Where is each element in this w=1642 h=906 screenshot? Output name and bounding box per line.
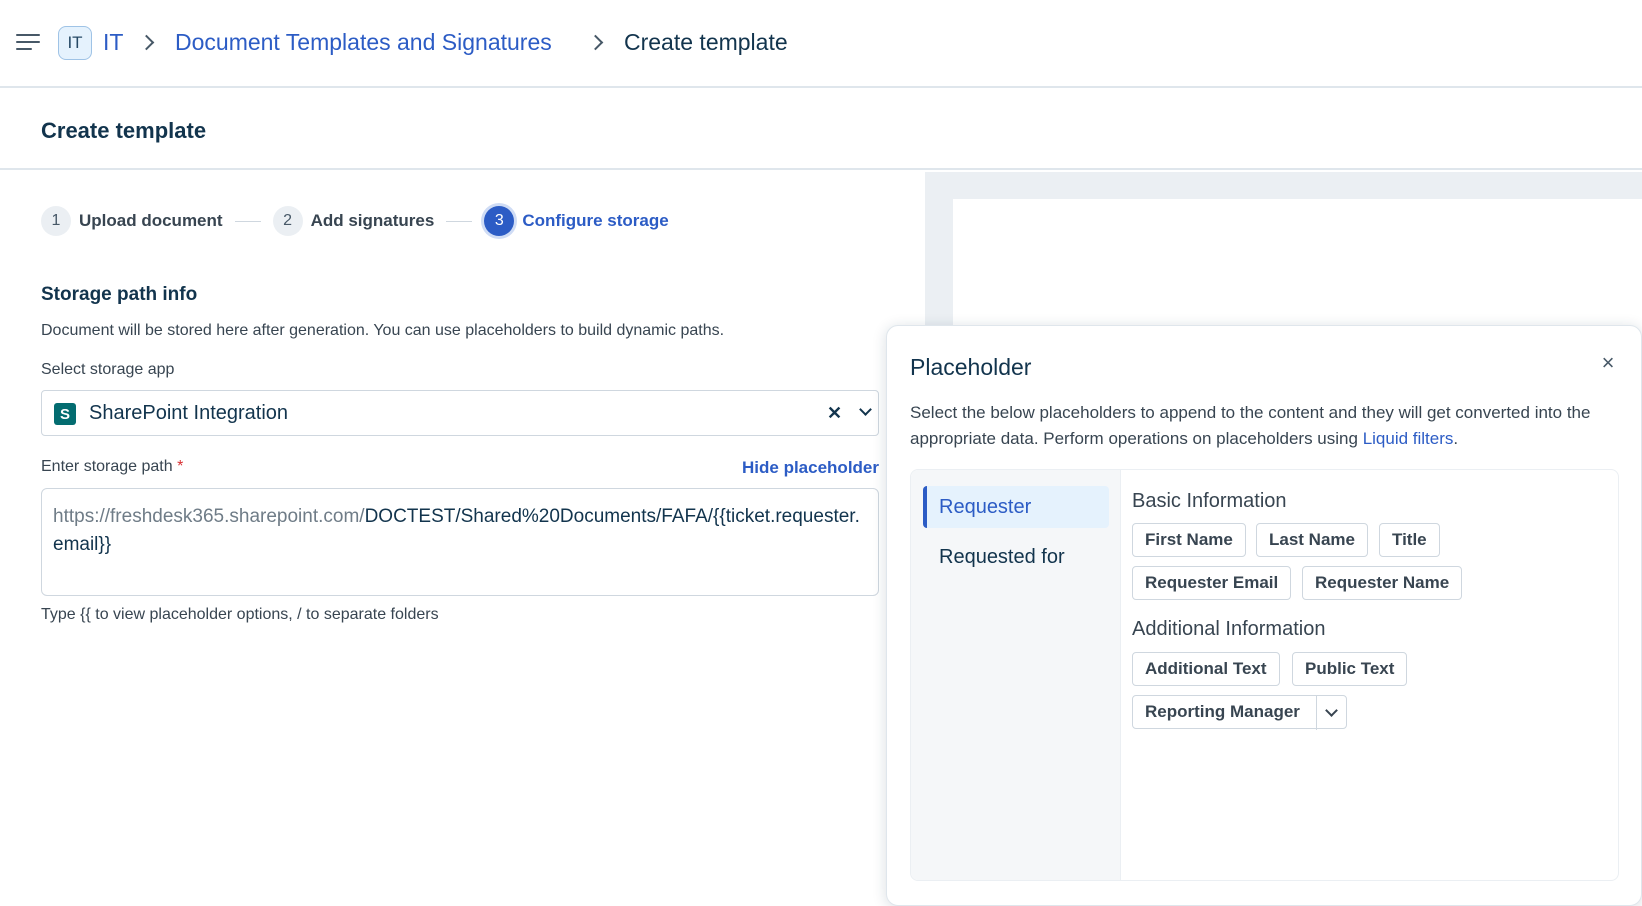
placeholder-popover: Placeholder × Select the below placehold…: [886, 325, 1642, 906]
step-configure-storage[interactable]: 3 Configure storage: [484, 206, 669, 236]
chip-title[interactable]: Title: [1379, 523, 1440, 557]
popover-title: Placeholder: [910, 354, 1032, 380]
step-add-signatures[interactable]: 2 Add signatures: [272, 206, 435, 236]
chip-reporting-manager-label: Reporting Manager: [1145, 702, 1300, 721]
chip-requester-name[interactable]: Requester Name: [1302, 566, 1463, 600]
top-bar: IT IT Document Templates and Signatures …: [0, 0, 1642, 88]
liquid-filters-link[interactable]: Liquid filters: [1363, 429, 1454, 448]
step-number: 3: [484, 206, 515, 236]
storage-config-panel: 1 Upload document 2 Add signatures 3 Con…: [0, 172, 925, 906]
storage-app-select[interactable]: S SharePoint Integration ✕: [41, 390, 879, 436]
step-number: 1: [41, 206, 71, 236]
tab-requested-for[interactable]: Requested for: [923, 536, 1109, 578]
placeholder-nav: Requester Requested for: [911, 470, 1121, 880]
breadcrumb-current: Create template: [624, 29, 788, 55]
path-prefix: https://freshdesk365.sharepoint.com/: [53, 506, 365, 527]
close-icon[interactable]: ×: [1595, 350, 1621, 376]
storage-app-label: Select storage app: [41, 361, 175, 378]
storage-app-value: SharePoint Integration: [89, 402, 289, 424]
chip-first-name[interactable]: First Name: [1132, 523, 1246, 557]
group-title-basic: Basic Information: [1132, 490, 1287, 512]
tab-requester[interactable]: Requester: [923, 486, 1109, 528]
step-label: Upload document: [79, 211, 223, 230]
chevron-right-icon: [588, 34, 604, 50]
required-mark: *: [177, 458, 184, 475]
breadcrumb-workspace[interactable]: IT: [103, 29, 123, 56]
clear-icon[interactable]: ✕: [827, 403, 842, 424]
step-number: 2: [272, 206, 303, 236]
sharepoint-icon: S: [54, 403, 76, 425]
step-label: Configure storage: [522, 211, 669, 230]
description-suffix: .: [1453, 429, 1459, 448]
stepper: 1 Upload document 2 Add signatures 3 Con…: [41, 205, 669, 237]
popover-description-text: Select the below placeholders to append …: [910, 403, 1591, 448]
breadcrumb-section[interactable]: Document Templates and Signatures: [175, 29, 552, 56]
hide-placeholder-link[interactable]: Hide placeholder: [742, 458, 879, 478]
chevron-down-icon[interactable]: [1316, 696, 1346, 730]
chip-requester-email[interactable]: Requester Email: [1132, 566, 1292, 600]
step-connector: [234, 220, 261, 222]
chip-reporting-manager[interactable]: Reporting Manager: [1132, 695, 1347, 730]
placeholder-content: Basic Information First Name Last Name T…: [1132, 470, 1612, 880]
section-description: Document will be stored here after gener…: [41, 322, 725, 339]
storage-path-input[interactable]: https://freshdesk365.sharepoint.com/DOCT…: [41, 488, 879, 596]
chip-last-name[interactable]: Last Name: [1256, 523, 1368, 557]
page-title: Create template: [41, 118, 207, 143]
chevron-down-icon[interactable]: [860, 405, 872, 417]
storage-path-hint: Type {{ to view placeholder options, / t…: [41, 606, 439, 623]
popover-description: Select the below placeholders to append …: [910, 400, 1610, 452]
chip-public-text[interactable]: Public Text: [1292, 652, 1408, 686]
step-label: Add signatures: [310, 211, 435, 230]
chip-additional-text[interactable]: Additional Text: [1132, 652, 1280, 686]
storage-path-label: Enter storage path *: [41, 458, 183, 476]
section-title: Storage path info: [41, 284, 198, 305]
chevron-right-icon: [139, 34, 155, 50]
placeholder-body: Requester Requested for Basic Informatio…: [910, 469, 1619, 881]
workspace-badge: IT: [58, 26, 92, 60]
page-header: Create template: [0, 90, 1642, 170]
step-upload-document[interactable]: 1 Upload document: [41, 206, 223, 236]
group-title-additional: Additional Information: [1132, 618, 1326, 640]
storage-path-label-text: Enter storage path: [41, 458, 173, 475]
step-connector: [446, 220, 473, 222]
menu-icon[interactable]: [16, 32, 42, 52]
